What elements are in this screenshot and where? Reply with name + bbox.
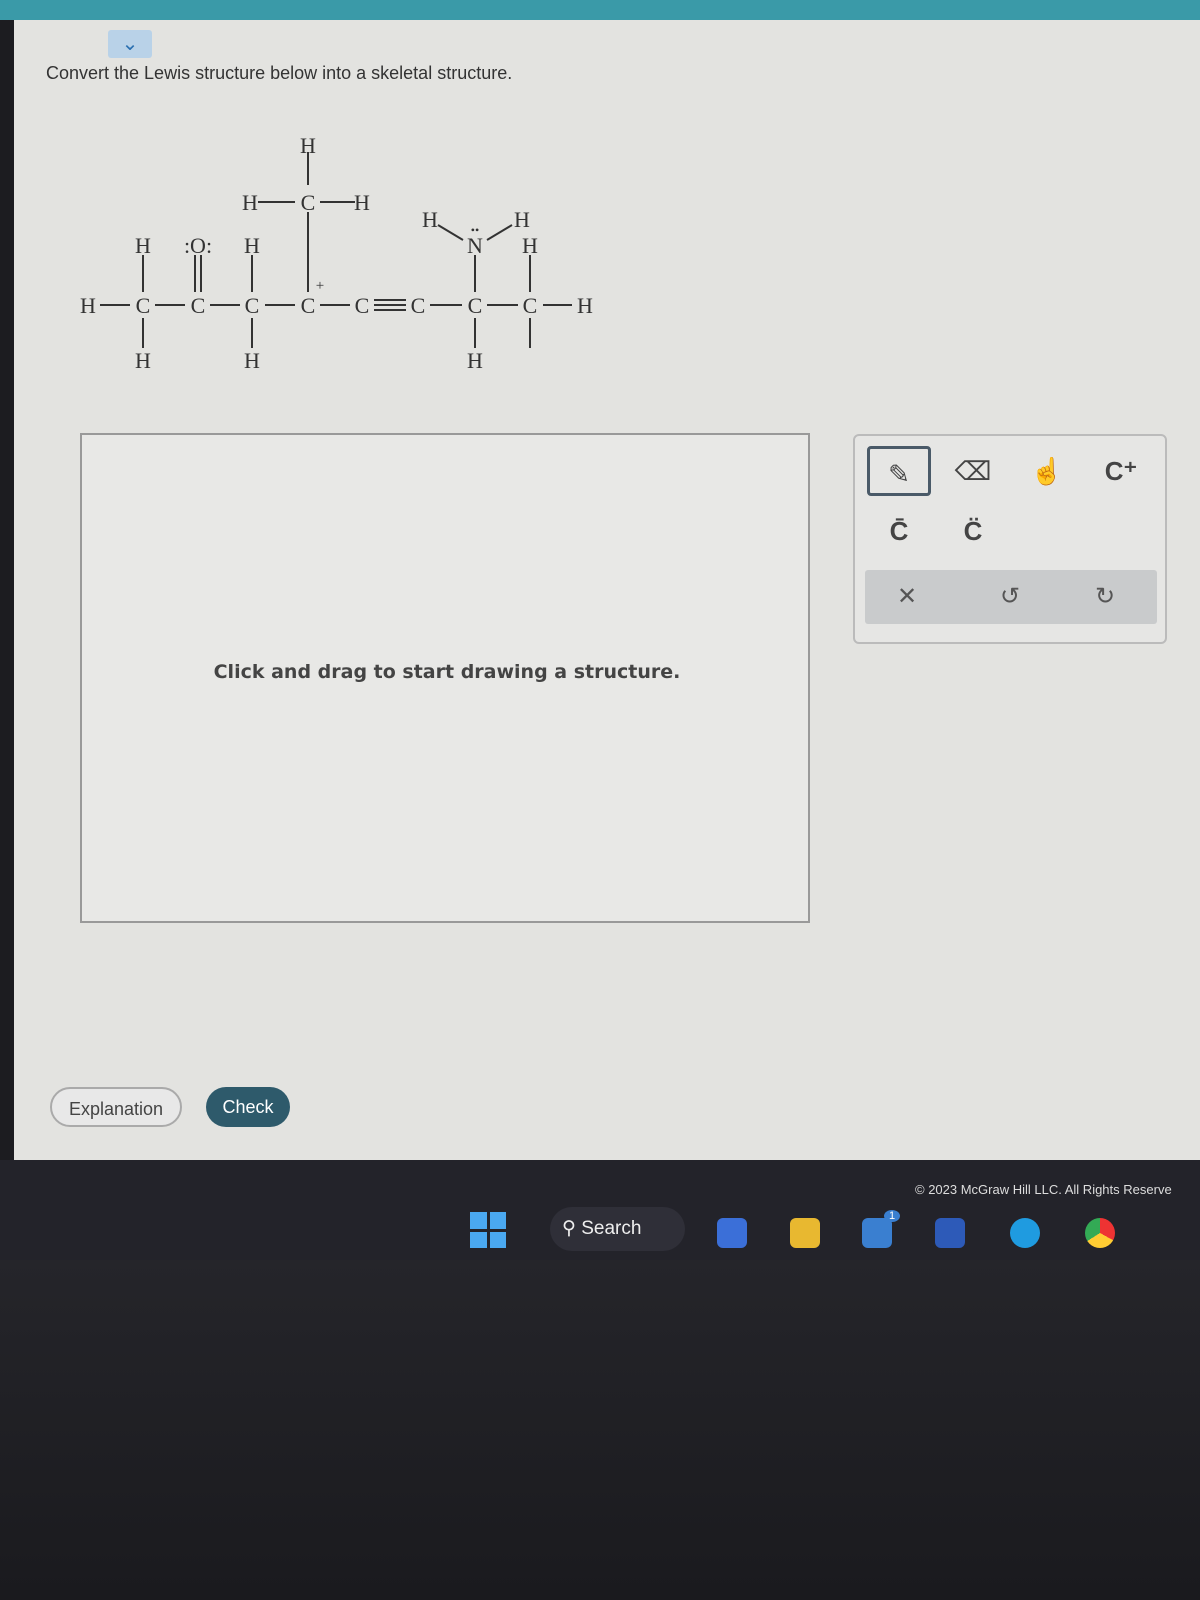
atom: H — [242, 190, 258, 215]
search-label: Search — [581, 1218, 642, 1239]
atom: H — [244, 348, 260, 373]
eraser-icon[interactable]: ⌫ — [941, 446, 1005, 496]
carbocation-icon[interactable]: C⁺ — [1089, 446, 1153, 496]
drawing-toolbar: ✎ ⌫ ☝ C⁺ C̄ C̈ ✕ ↺ ↻ — [853, 434, 1167, 644]
video-app-icon[interactable] — [717, 1218, 747, 1248]
copyright: © 2023 McGraw Hill LLC. All Rights Reser… — [915, 1182, 1172, 1197]
atom: H — [244, 233, 260, 258]
lone-pair: •• — [471, 223, 479, 237]
laptop-keyboard — [0, 1260, 1200, 1600]
action-bar: ✕ ↺ ↻ — [865, 570, 1157, 624]
positive-charge: + — [316, 278, 324, 294]
atom: H — [135, 348, 151, 373]
app-icon[interactable] — [935, 1218, 965, 1248]
atom: C — [468, 293, 483, 318]
question-prompt: Convert the Lewis structure below into a… — [46, 63, 513, 83]
atom: H — [522, 233, 538, 258]
pencil-icon[interactable]: ✎ — [867, 446, 931, 496]
hand-icon[interactable]: ☝ — [1015, 446, 1079, 496]
check-button[interactable]: Check — [206, 1087, 290, 1127]
atom: H — [577, 293, 593, 318]
drawing-canvas[interactable]: Click and drag to start drawing a struct… — [80, 433, 810, 923]
atom: H — [135, 233, 151, 258]
atom: H — [514, 207, 530, 232]
atom: C — [191, 293, 206, 318]
edge-icon[interactable] — [1010, 1218, 1040, 1248]
search-icon: ⚲ — [562, 1218, 582, 1239]
atom: H — [422, 207, 438, 232]
atom: C — [136, 293, 151, 318]
atom: H — [80, 293, 96, 318]
atom: C — [301, 293, 316, 318]
mail-badge: 1 — [884, 1210, 900, 1222]
atom: C — [245, 293, 260, 318]
chevron-down-icon[interactable]: ⌄ — [108, 30, 152, 58]
canvas-hint: Click and drag to start drawing a struct… — [213, 661, 681, 683]
atom: C — [355, 293, 370, 318]
atom: H — [467, 348, 483, 373]
atom: C — [301, 190, 316, 215]
atom: :O: — [184, 233, 212, 258]
atom: C — [411, 293, 426, 318]
undo-icon[interactable]: ↺ — [980, 570, 1040, 624]
atom: H — [300, 133, 316, 158]
atom: H — [354, 190, 370, 215]
mail-icon[interactable]: 1 — [862, 1210, 900, 1248]
browser-top-bar — [0, 0, 1200, 20]
chrome-icon[interactable] — [1085, 1218, 1115, 1248]
taskbar-search[interactable]: ⚲ Search — [550, 1207, 685, 1251]
explanation-button[interactable]: Explanation — [50, 1087, 182, 1127]
lewis-structure: H C C C C C C C C H H H :O: H H H C H H … — [80, 133, 593, 373]
folder-icon[interactable] — [790, 1218, 820, 1248]
windows-start-icon[interactable] — [470, 1212, 506, 1248]
clear-icon[interactable]: ✕ — [877, 570, 937, 624]
atom: C — [523, 293, 538, 318]
carbanion-icon[interactable]: C̄ — [867, 506, 931, 556]
lone-pair-icon[interactable]: C̈ — [941, 506, 1005, 556]
redo-icon[interactable]: ↻ — [1075, 570, 1135, 624]
